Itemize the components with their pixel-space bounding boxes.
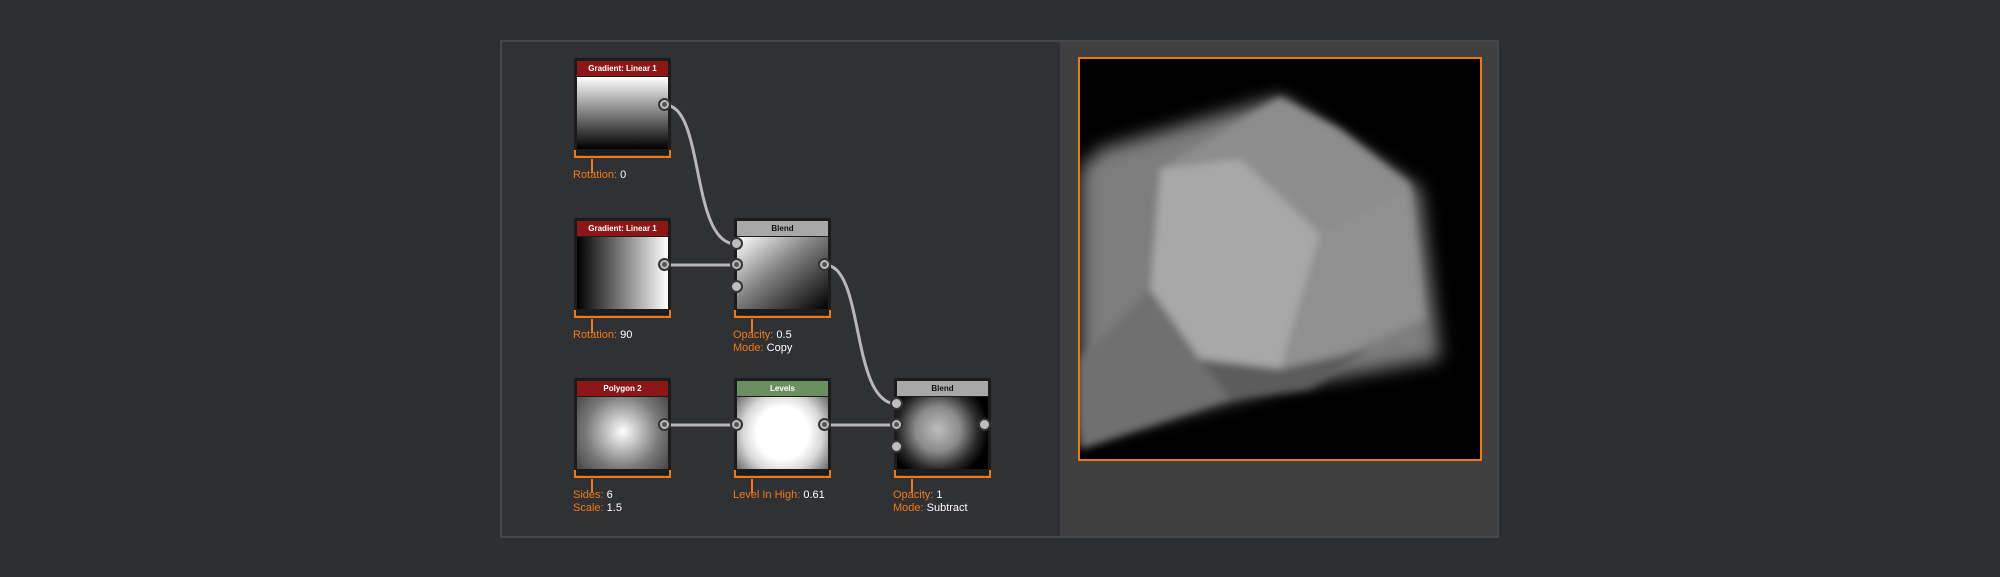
- node-thumbnail: [897, 397, 988, 469]
- input-port-background[interactable]: [890, 418, 903, 431]
- param-value: 90: [620, 329, 633, 341]
- node-params-blend2: Opacity: 1 Mode: Subtract: [893, 489, 968, 515]
- output-port[interactable]: [818, 258, 831, 271]
- input-port-background[interactable]: [730, 258, 743, 271]
- preview-render: [1080, 59, 1480, 459]
- param-label: Scale:: [573, 502, 607, 514]
- preview-image: [1078, 57, 1482, 461]
- node-params-gradient1: Rotation: 0: [573, 169, 626, 182]
- node-params-polygon: Sides: 6 Scale: 1.5: [573, 489, 622, 515]
- param-label: Rotation:: [573, 169, 621, 181]
- param-label: Mode:: [733, 342, 767, 354]
- node-title: Polygon 2: [577, 381, 668, 396]
- gradient-linear-node-1[interactable]: Gradient: Linear 1: [574, 58, 671, 173]
- node-params-blend1: Opacity: 0.5 Mode: Copy: [733, 329, 792, 355]
- input-port-foreground[interactable]: [730, 237, 743, 250]
- node-title: Blend: [897, 381, 988, 396]
- output-port[interactable]: [818, 418, 831, 431]
- levels-node[interactable]: Levels: [734, 378, 831, 493]
- param-label: Opacity:: [733, 329, 777, 341]
- node-title: Blend: [737, 221, 828, 236]
- node-footer: [894, 470, 991, 478]
- output-port[interactable]: [978, 418, 991, 431]
- param-value: 0.5: [776, 329, 792, 341]
- node-footer: [734, 310, 831, 318]
- param-label: Opacity:: [893, 489, 937, 501]
- param-value: 1: [936, 489, 943, 501]
- input-port-mask[interactable]: [730, 280, 743, 293]
- node-title: Gradient: Linear 1: [577, 221, 668, 236]
- gradient-linear-node-2[interactable]: Gradient: Linear 1: [574, 218, 671, 333]
- output-port[interactable]: [658, 418, 671, 431]
- output-port[interactable]: [658, 258, 671, 271]
- node-footer: [574, 310, 671, 318]
- param-value: Subtract: [926, 502, 968, 514]
- node-title: Gradient: Linear 1: [577, 61, 668, 76]
- wire-gradient1-to-blend1: [664, 103, 737, 246]
- node-thumbnail: [737, 397, 828, 469]
- node-thumbnail: [577, 237, 668, 309]
- param-label: Rotation:: [573, 329, 621, 341]
- input-port[interactable]: [730, 418, 743, 431]
- node-thumbnail: [577, 77, 668, 149]
- param-label: Sides:: [573, 489, 607, 501]
- param-value: 0.61: [803, 489, 825, 501]
- node-thumbnail: [737, 237, 828, 309]
- param-value: Copy: [766, 342, 793, 354]
- input-port-foreground[interactable]: [890, 397, 903, 410]
- param-value: 1.5: [606, 502, 622, 514]
- node-connections: [664, 103, 898, 427]
- node-footer: [734, 470, 831, 478]
- node-params-levels: Level In High: 0.61: [733, 489, 825, 502]
- node-footer: [574, 150, 671, 158]
- param-value: 6: [606, 489, 613, 501]
- node-thumbnail: [577, 397, 668, 469]
- polygon-node[interactable]: Polygon 2: [574, 378, 671, 493]
- node-title: Levels: [737, 381, 828, 396]
- input-port-mask[interactable]: [890, 440, 903, 453]
- wire-blend1-to-blend2: [824, 263, 898, 406]
- blend-node-1[interactable]: Blend: [734, 218, 831, 333]
- output-port[interactable]: [658, 98, 671, 111]
- node-params-gradient2: Rotation: 90: [573, 329, 632, 342]
- blend-node-2[interactable]: Blend: [894, 378, 991, 493]
- param-value: 0: [620, 169, 627, 181]
- param-label: Level In High:: [733, 489, 804, 501]
- param-label: Mode:: [893, 502, 927, 514]
- node-footer: [574, 470, 671, 478]
